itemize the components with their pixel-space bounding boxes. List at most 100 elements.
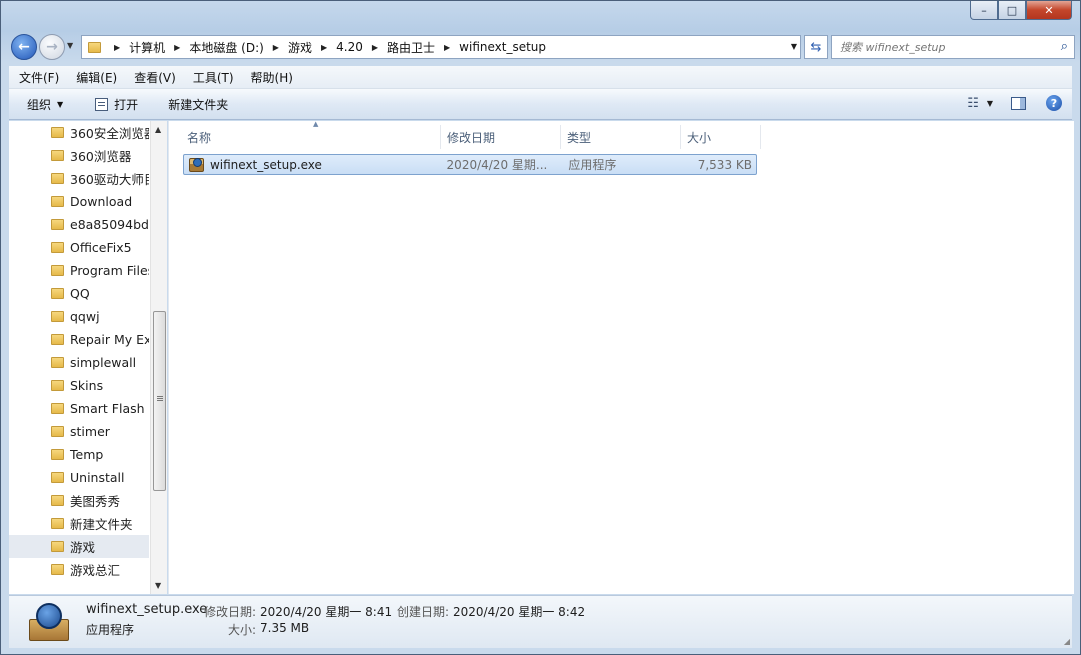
file-row-selected[interactable]: wifinext_setup.exe 2020/4/20 星期... 应用程序 … — [183, 154, 757, 175]
folder-icon — [51, 357, 64, 368]
tree-item-label: OfficeFix5 — [70, 240, 132, 255]
chevron-right-icon[interactable]: ▶ — [114, 43, 120, 52]
crumb-computer[interactable]: 计算机 — [129, 39, 165, 56]
chevron-right-icon[interactable]: ▶ — [321, 43, 327, 52]
crumb-4-20[interactable]: 4.20 — [336, 40, 363, 54]
tree-item[interactable]: Skins — [9, 374, 149, 397]
tree-item-selected[interactable]: 游戏 — [9, 535, 149, 558]
title-buttons: – □ ✕ — [970, 1, 1072, 21]
column-name[interactable]: ▲ 名称 — [181, 120, 441, 149]
command-bar: 组织 ▼ 打开 新建文件夹 ☷ ▼ ? — [9, 89, 1072, 120]
folder-icon — [51, 541, 64, 552]
open-button[interactable]: 打开 — [95, 96, 138, 113]
tree-item-label: qqwj — [70, 309, 100, 324]
menu-help[interactable]: 帮助(H) — [251, 69, 293, 86]
crumb-drive-d[interactable]: 本地磁盘 (D:) — [189, 39, 263, 56]
column-size[interactable]: 大小 — [681, 125, 761, 149]
view-options-icon[interactable]: ☷ — [967, 96, 979, 111]
organize-button[interactable]: 组织 ▼ — [27, 96, 63, 113]
chevron-down-icon: ▼ — [57, 99, 64, 109]
details-created-value: 2020/4/20 星期一 8:42 — [453, 605, 586, 619]
nav-scrollbar[interactable]: ▲ ▼ — [150, 121, 167, 594]
folder-icon — [51, 518, 64, 529]
tree-item-label: Download — [70, 194, 133, 209]
file-name: wifinext_setup.exe — [209, 157, 322, 172]
tree-item[interactable]: Download — [9, 190, 149, 213]
address-bar[interactable]: ▶ 计算机 ▶ 本地磁盘 (D:) ▶ 游戏 ▶ 4.20 ▶ 路由卫士 ▶ w… — [81, 35, 801, 59]
tree-item[interactable]: Program Files — [9, 259, 149, 282]
chevron-right-icon[interactable]: ▶ — [273, 43, 279, 52]
refresh-button[interactable]: ⇆ — [804, 35, 828, 59]
folder-icon — [51, 311, 64, 322]
tree-item[interactable]: 360浏览器 — [9, 144, 149, 167]
search-box[interactable]: ⌕ — [831, 35, 1075, 59]
crumb-wifinext-setup[interactable]: wifinext_setup — [459, 40, 546, 54]
scrollbar-thumb[interactable] — [153, 311, 166, 491]
tree-item[interactable]: Repair My Exc — [9, 328, 149, 351]
file-date: 2020/4/20 星期... — [446, 158, 548, 172]
search-icon[interactable]: ⌕ — [1061, 39, 1068, 54]
maximize-button[interactable]: □ — [998, 1, 1026, 20]
menu-edit[interactable]: 编辑(E) — [76, 69, 117, 86]
minimize-button[interactable]: – — [970, 1, 998, 20]
tree-item[interactable]: Smart Flash R — [9, 397, 149, 420]
navigation-row: ← → ▼ ▶ 计算机 ▶ 本地磁盘 (D:) ▶ 游戏 ▶ 4.20 ▶ 路由… — [9, 32, 1075, 60]
scroll-down-icon[interactable]: ▼ — [155, 581, 161, 590]
folder-icon — [51, 449, 64, 460]
chevron-right-icon[interactable]: ▶ — [372, 43, 378, 52]
folder-icon — [51, 403, 64, 414]
grip-icon — [157, 396, 163, 397]
tree-item[interactable]: Uninstall — [9, 466, 149, 489]
column-date-label: 修改日期 — [447, 130, 496, 145]
new-folder-button[interactable]: 新建文件夹 — [168, 96, 228, 113]
tree-item[interactable]: qqwj — [9, 305, 149, 328]
tree-item[interactable]: QQ — [9, 282, 149, 305]
tree-item[interactable]: simplewall — [9, 351, 149, 374]
column-type[interactable]: 类型 — [561, 125, 681, 149]
tree-item[interactable]: 360驱动大师目 — [9, 167, 149, 190]
tree-item[interactable]: e8a85094bdb — [9, 213, 149, 236]
tree-item-label: 新建文件夹 — [70, 517, 133, 532]
tree-item[interactable]: OfficeFix5 — [9, 236, 149, 259]
column-type-label: 类型 — [567, 130, 592, 145]
close-button[interactable]: ✕ — [1026, 1, 1072, 20]
scroll-up-icon[interactable]: ▲ — [155, 125, 161, 134]
tree-item-label: Skins — [70, 378, 104, 393]
menu-tools[interactable]: 工具(T) — [193, 69, 234, 86]
tree-item-label: e8a85094bdb — [70, 217, 149, 232]
column-date[interactable]: 修改日期 — [441, 125, 561, 149]
file-type: 应用程序 — [568, 158, 617, 172]
search-input[interactable] — [840, 40, 1040, 54]
tree-item[interactable]: Temp — [9, 443, 149, 466]
tree-item-label: simplewall — [70, 355, 137, 370]
folder-icon — [51, 426, 64, 437]
tree-item-label: Program Files — [70, 263, 149, 278]
folder-icon — [51, 495, 64, 506]
tree-item[interactable]: 新建文件夹 — [9, 512, 149, 535]
chevron-right-icon[interactable]: ▶ — [174, 43, 180, 52]
recent-pages-dropdown[interactable]: ▼ — [67, 41, 73, 50]
tree-item[interactable]: 美图秀秀 — [9, 489, 149, 512]
menu-view[interactable]: 查看(V) — [134, 69, 176, 86]
resize-grip-icon[interactable]: ◢ — [1064, 637, 1070, 646]
menu-file[interactable]: 文件(F) — [19, 69, 59, 86]
arrow-left-icon: ← — [18, 39, 30, 55]
preview-pane-icon[interactable] — [1011, 96, 1026, 110]
column-headers: ▲ 名称 修改日期 类型 大小 — [181, 120, 761, 149]
address-history-dropdown[interactable]: ▼ — [791, 42, 797, 51]
tree-item-label: Uninstall — [70, 470, 125, 485]
back-button[interactable]: ← — [11, 34, 37, 60]
chevron-down-icon[interactable]: ▼ — [987, 99, 993, 108]
forward-button[interactable]: → — [39, 34, 65, 60]
help-icon[interactable]: ? — [1046, 95, 1062, 111]
crumb-games[interactable]: 游戏 — [288, 39, 312, 56]
details-modified-value: 2020/4/20 星期一 8:41 — [260, 605, 393, 619]
tree-item[interactable]: 游戏总汇 — [9, 558, 149, 581]
details-created-label: 创建日期: — [397, 605, 450, 619]
tree-item[interactable]: stimer — [9, 420, 149, 443]
crumb-router-guard[interactable]: 路由卫士 — [387, 39, 435, 56]
view-controls: ☷ ▼ ? — [967, 95, 1062, 111]
tree-item[interactable]: 360安全浏览器 — [9, 121, 149, 144]
tree-item-label: 360浏览器 — [70, 149, 132, 164]
chevron-right-icon[interactable]: ▶ — [444, 43, 450, 52]
